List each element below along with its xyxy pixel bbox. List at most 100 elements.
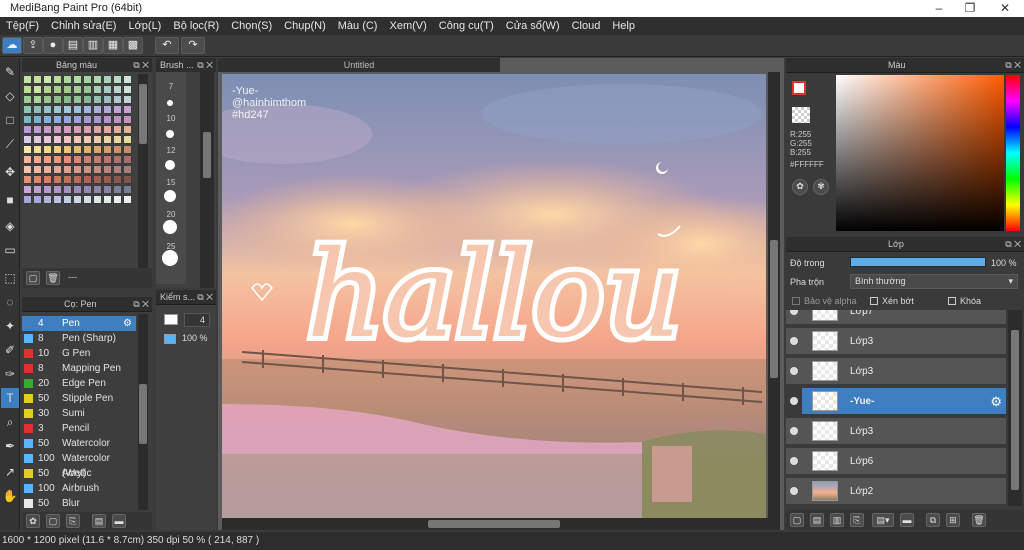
palette-swatch[interactable] xyxy=(23,185,32,194)
brush-size-dot[interactable] xyxy=(167,100,173,106)
brush-item[interactable]: 100 Airbrush xyxy=(22,481,136,496)
palette-swatch[interactable] xyxy=(43,115,52,124)
operation-tool-icon[interactable]: ↗ xyxy=(1,462,19,482)
palette-swatch[interactable] xyxy=(123,95,132,104)
palette-swatch[interactable] xyxy=(93,165,102,174)
palette-swatch[interactable] xyxy=(63,155,72,164)
palette-swatch[interactable] xyxy=(33,145,42,154)
palette-swatch[interactable] xyxy=(123,135,132,144)
visibility-eye-icon[interactable] xyxy=(790,397,798,405)
palette-swatch[interactable] xyxy=(53,105,62,114)
layer-scrollbar[interactable] xyxy=(1008,310,1022,506)
panel-close-icon[interactable]: ⧉ ✕ xyxy=(1005,58,1021,73)
palette-swatch[interactable] xyxy=(23,145,32,154)
brush-size-dot[interactable] xyxy=(163,220,177,234)
palette-swatch[interactable] xyxy=(53,115,62,124)
palette-swatch[interactable] xyxy=(103,125,112,134)
palette-swatch[interactable] xyxy=(113,185,122,194)
palette-swatch[interactable] xyxy=(103,115,112,124)
brush-item[interactable]: 50 Watercolor xyxy=(22,436,136,451)
palette-swatch[interactable] xyxy=(83,125,92,134)
menu-color[interactable]: Màu (C) xyxy=(332,20,384,32)
palette-swatch[interactable] xyxy=(123,115,132,124)
palette-swatch[interactable] xyxy=(113,135,122,144)
palette-swatch[interactable] xyxy=(53,95,62,104)
panel-close-icon[interactable]: ⧉ ✕ xyxy=(133,58,149,73)
palette-swatch[interactable] xyxy=(83,95,92,104)
menu-help[interactable]: Help xyxy=(606,20,641,32)
cloud-icon[interactable]: ☁ xyxy=(2,37,22,54)
visibility-eye-icon[interactable] xyxy=(790,337,798,345)
visibility-eye-icon[interactable] xyxy=(790,457,798,465)
palette-swatch[interactable] xyxy=(43,155,52,164)
brush-settings-icon[interactable]: ▤ xyxy=(92,514,106,528)
palette-swatch[interactable] xyxy=(83,115,92,124)
palette-swatch[interactable] xyxy=(23,135,32,144)
palette-swatch[interactable] xyxy=(103,185,112,194)
palette-swatch[interactable] xyxy=(33,165,42,174)
palette-swatch[interactable] xyxy=(83,165,92,174)
palette-swatch[interactable] xyxy=(83,195,92,204)
palette-swatch[interactable] xyxy=(93,195,102,204)
palette-swatch[interactable] xyxy=(73,135,82,144)
palette-swatch[interactable] xyxy=(43,165,52,174)
fill-rect-tool-icon[interactable]: ■ xyxy=(1,190,19,210)
brush-tool-icon[interactable]: ✎ xyxy=(1,62,19,82)
brush-item[interactable]: 8 Pen (Sharp) xyxy=(22,331,136,346)
brush-item[interactable]: 3 Pencil xyxy=(22,421,136,436)
layer-row[interactable]: -Yue- ⚙ xyxy=(790,388,1006,416)
palette-swatch[interactable] xyxy=(53,125,62,134)
palette-swatch[interactable] xyxy=(63,175,72,184)
palette-swatch[interactable] xyxy=(53,85,62,94)
palette-swatch[interactable] xyxy=(123,85,132,94)
panel-close-icon[interactable]: ⧉ ✕ xyxy=(197,58,213,73)
layer-row[interactable]: Lớp7 xyxy=(786,310,1006,326)
palette-swatch[interactable] xyxy=(113,165,122,174)
menu-cloud[interactable]: Cloud xyxy=(566,20,607,32)
tiles-icon[interactable]: ▩ xyxy=(123,37,143,54)
palette-swatch[interactable] xyxy=(93,175,102,184)
layer-row[interactable]: Lớp3 xyxy=(786,418,1006,446)
palette-swatch[interactable] xyxy=(33,175,42,184)
brush-item[interactable]: 4 Pen ⚙ xyxy=(22,316,136,331)
palette-swatch[interactable] xyxy=(43,95,52,104)
layer-folder-icon[interactable]: ▬ xyxy=(900,513,914,527)
lock-checkbox[interactable] xyxy=(948,297,956,305)
upload-icon[interactable]: ⇪ xyxy=(23,37,43,54)
canvas-hscroll[interactable] xyxy=(222,518,780,530)
brush-size-field[interactable]: 4 xyxy=(184,313,210,327)
palette-swatch[interactable] xyxy=(123,165,132,174)
rectangle-tool-icon[interactable]: □ xyxy=(1,110,19,130)
palette-swatch[interactable] xyxy=(43,75,52,84)
palette-swatch[interactable] xyxy=(113,125,122,134)
palette-swatch[interactable] xyxy=(73,195,82,204)
brush-item[interactable]: 50 Blur xyxy=(22,496,136,511)
brush-color-swatch[interactable] xyxy=(164,314,178,325)
menu-capture[interactable]: Chụp(N) xyxy=(278,20,332,32)
brush-item[interactable]: 100 Watercolor (Wet) xyxy=(22,451,136,479)
menu-layer[interactable]: Lớp(L) xyxy=(122,20,167,32)
palette-swatch[interactable] xyxy=(93,155,102,164)
canvas-tab[interactable]: Untitled xyxy=(218,58,500,72)
palette-swatch[interactable] xyxy=(23,195,32,204)
brush-item[interactable]: 50 Stipple Pen xyxy=(22,391,136,406)
clip-checkbox[interactable] xyxy=(870,297,878,305)
palette-swatch[interactable] xyxy=(73,175,82,184)
grid-icon[interactable]: ▦ xyxy=(103,37,123,54)
palette-swatch[interactable] xyxy=(53,155,62,164)
panel-close-icon[interactable]: ⧉ ✕ xyxy=(1005,237,1021,252)
color-history-icon[interactable]: ✾ xyxy=(813,179,829,195)
palette-swatch[interactable] xyxy=(73,75,82,84)
merge-layer-icon[interactable]: ⧉ xyxy=(926,513,940,527)
hand-tool-icon[interactable]: ✋ xyxy=(1,486,19,506)
palette-swatch[interactable] xyxy=(43,105,52,114)
menu-select[interactable]: Chọn(S) xyxy=(225,20,278,32)
layer-settings-icon[interactable]: ⊞ xyxy=(946,513,960,527)
palette-swatch[interactable] xyxy=(33,195,42,204)
new-palette-icon[interactable]: ▢ xyxy=(26,271,40,285)
palette-swatch[interactable] xyxy=(33,75,42,84)
add-layer-menu-icon[interactable]: ▤▾ xyxy=(872,513,894,527)
palette-swatch[interactable] xyxy=(103,105,112,114)
palette-swatch[interactable] xyxy=(43,145,52,154)
menu-filter[interactable]: Bộ lọc(R) xyxy=(167,20,225,32)
